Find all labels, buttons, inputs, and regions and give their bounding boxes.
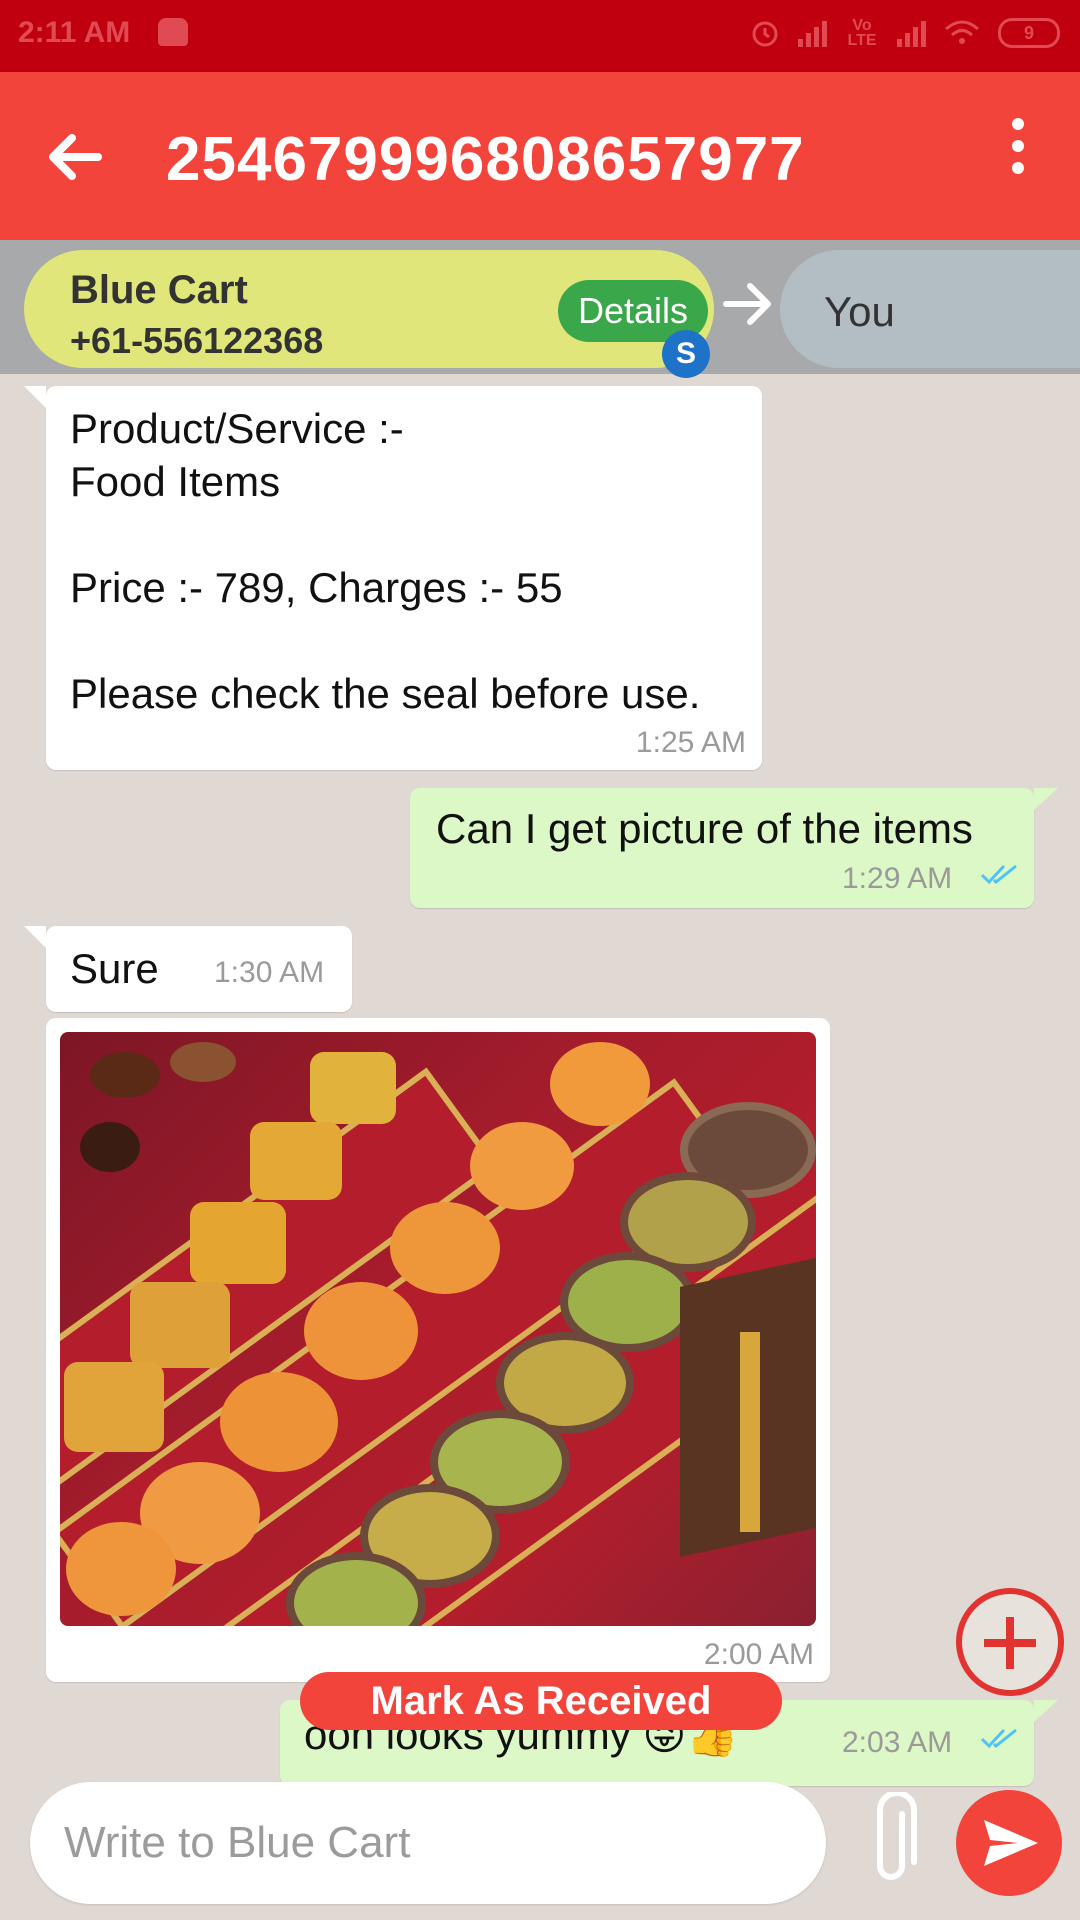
message-photo[interactable] bbox=[60, 1032, 816, 1626]
wifi-icon bbox=[945, 20, 979, 44]
app-bar: 254679996808657977 bbox=[0, 72, 1080, 240]
message-bubble[interactable]: Can I get picture of the items 1:29 AM bbox=[410, 788, 1058, 908]
recipient-label: You bbox=[824, 288, 895, 335]
message-time: 1:25 AM bbox=[635, 726, 746, 759]
plus-icon[interactable] bbox=[956, 1588, 1064, 1696]
bubble-tail bbox=[24, 926, 46, 948]
battery-icon: 9 bbox=[998, 18, 1060, 48]
send-button[interactable] bbox=[956, 1790, 1062, 1896]
image-message[interactable]: 2:00 AM bbox=[46, 1018, 830, 1682]
bubble-tail bbox=[1034, 1700, 1058, 1722]
signal-icon bbox=[798, 19, 827, 47]
input-placeholder: Write to Blue Cart bbox=[64, 1818, 411, 1867]
message-time: 1:29 AM bbox=[842, 862, 953, 895]
message-bubble[interactable]: Product/Service :- Food Items Price :- 7… bbox=[24, 386, 762, 770]
sender-name: Blue Cart bbox=[70, 268, 248, 312]
battery-level: 9 bbox=[1023, 23, 1034, 43]
status-time: 2:11 AM bbox=[18, 16, 131, 49]
paperclip-icon[interactable] bbox=[862, 1792, 920, 1892]
message-time: 1:30 AM bbox=[214, 956, 325, 989]
message-time: 2:03 AM bbox=[842, 1726, 953, 1759]
send-icon bbox=[984, 1820, 1038, 1866]
status-bar: 2:11 AM Vo LTE 9 bbox=[0, 0, 1080, 72]
sender-card[interactable]: Blue Cart +61-556122368 Details S bbox=[24, 250, 714, 378]
network-type-label: Vo LTE bbox=[847, 17, 877, 49]
page-title: 254679996808657977 bbox=[166, 125, 805, 194]
message-text: Product/Service :- Food Items Price :- 7… bbox=[70, 405, 701, 717]
signal-icon-2 bbox=[897, 19, 926, 47]
recipient-card: You bbox=[780, 250, 1080, 368]
arrow-right-icon bbox=[723, 283, 771, 325]
message-text: Can I get picture of the items bbox=[436, 805, 973, 852]
mark-received-button[interactable]: Mark As Received bbox=[300, 1672, 782, 1730]
alarm-icon bbox=[752, 21, 778, 47]
sender-badge: S bbox=[662, 330, 710, 378]
more-vertical-icon[interactable] bbox=[1006, 118, 1030, 178]
message-time: 2:00 AM bbox=[703, 1638, 814, 1671]
android-icon bbox=[158, 18, 188, 46]
arrow-left-icon[interactable] bbox=[40, 122, 110, 192]
bubble-tail bbox=[1034, 788, 1058, 810]
route-strip: Blue Cart +61-556122368 Details S You bbox=[0, 240, 1080, 378]
message-text: Sure bbox=[70, 945, 159, 992]
double-check-icon bbox=[980, 1728, 1017, 1749]
sender-phone: +61-556122368 bbox=[70, 320, 324, 361]
message-bubble[interactable]: Sure 1:30 AM bbox=[24, 926, 352, 1012]
message-input[interactable]: Write to Blue Cart bbox=[30, 1782, 826, 1904]
double-check-icon bbox=[980, 864, 1017, 885]
status-icons: Vo LTE 9 bbox=[750, 17, 1060, 49]
bubble-tail bbox=[24, 386, 46, 408]
